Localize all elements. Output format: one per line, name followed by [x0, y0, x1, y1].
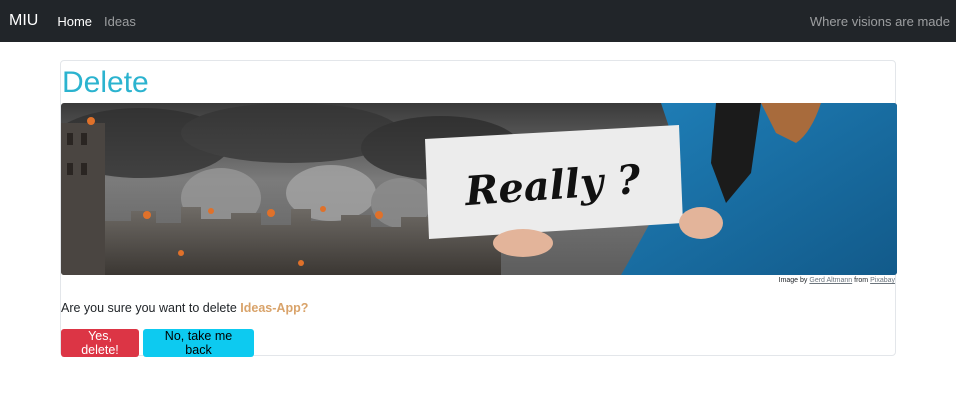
hero-illustration: Really ? [61, 103, 897, 275]
credit-author-link[interactable]: Gerd Altmann [809, 277, 852, 284]
top-navbar: MIU Home Ideas Where visions are made [0, 0, 956, 42]
question-text: Are you sure you want to delete [61, 301, 237, 315]
tower [61, 123, 105, 275]
left-hand [493, 229, 553, 257]
nav-home-link[interactable]: Home [57, 14, 92, 29]
right-hand [679, 207, 723, 239]
confirm-question: Are you sure you want to delete Ideas-Ap… [61, 301, 308, 315]
credit-source-link[interactable]: Pixabay [870, 277, 895, 284]
item-name: Ideas-App? [240, 301, 309, 315]
navbar-tagline: Where visions are made [809, 13, 950, 29]
cancel-button[interactable]: No, take me back [143, 329, 254, 357]
hero-image: Really ? [61, 103, 897, 275]
nav-ideas-link[interactable]: Ideas [104, 14, 136, 29]
brand-logo[interactable]: MIU [9, 12, 38, 30]
credit-middle: from [854, 277, 869, 284]
confirm-delete-button[interactable]: Yes, delete! [61, 329, 139, 357]
page-title: Delete [62, 66, 149, 99]
delete-card: Delete Really ? Image by Gerd Altmann fr… [60, 60, 897, 357]
image-credit: Image by Gerd Altmann from Pixabay [779, 277, 895, 284]
credit-prefix: Image by [778, 277, 808, 284]
